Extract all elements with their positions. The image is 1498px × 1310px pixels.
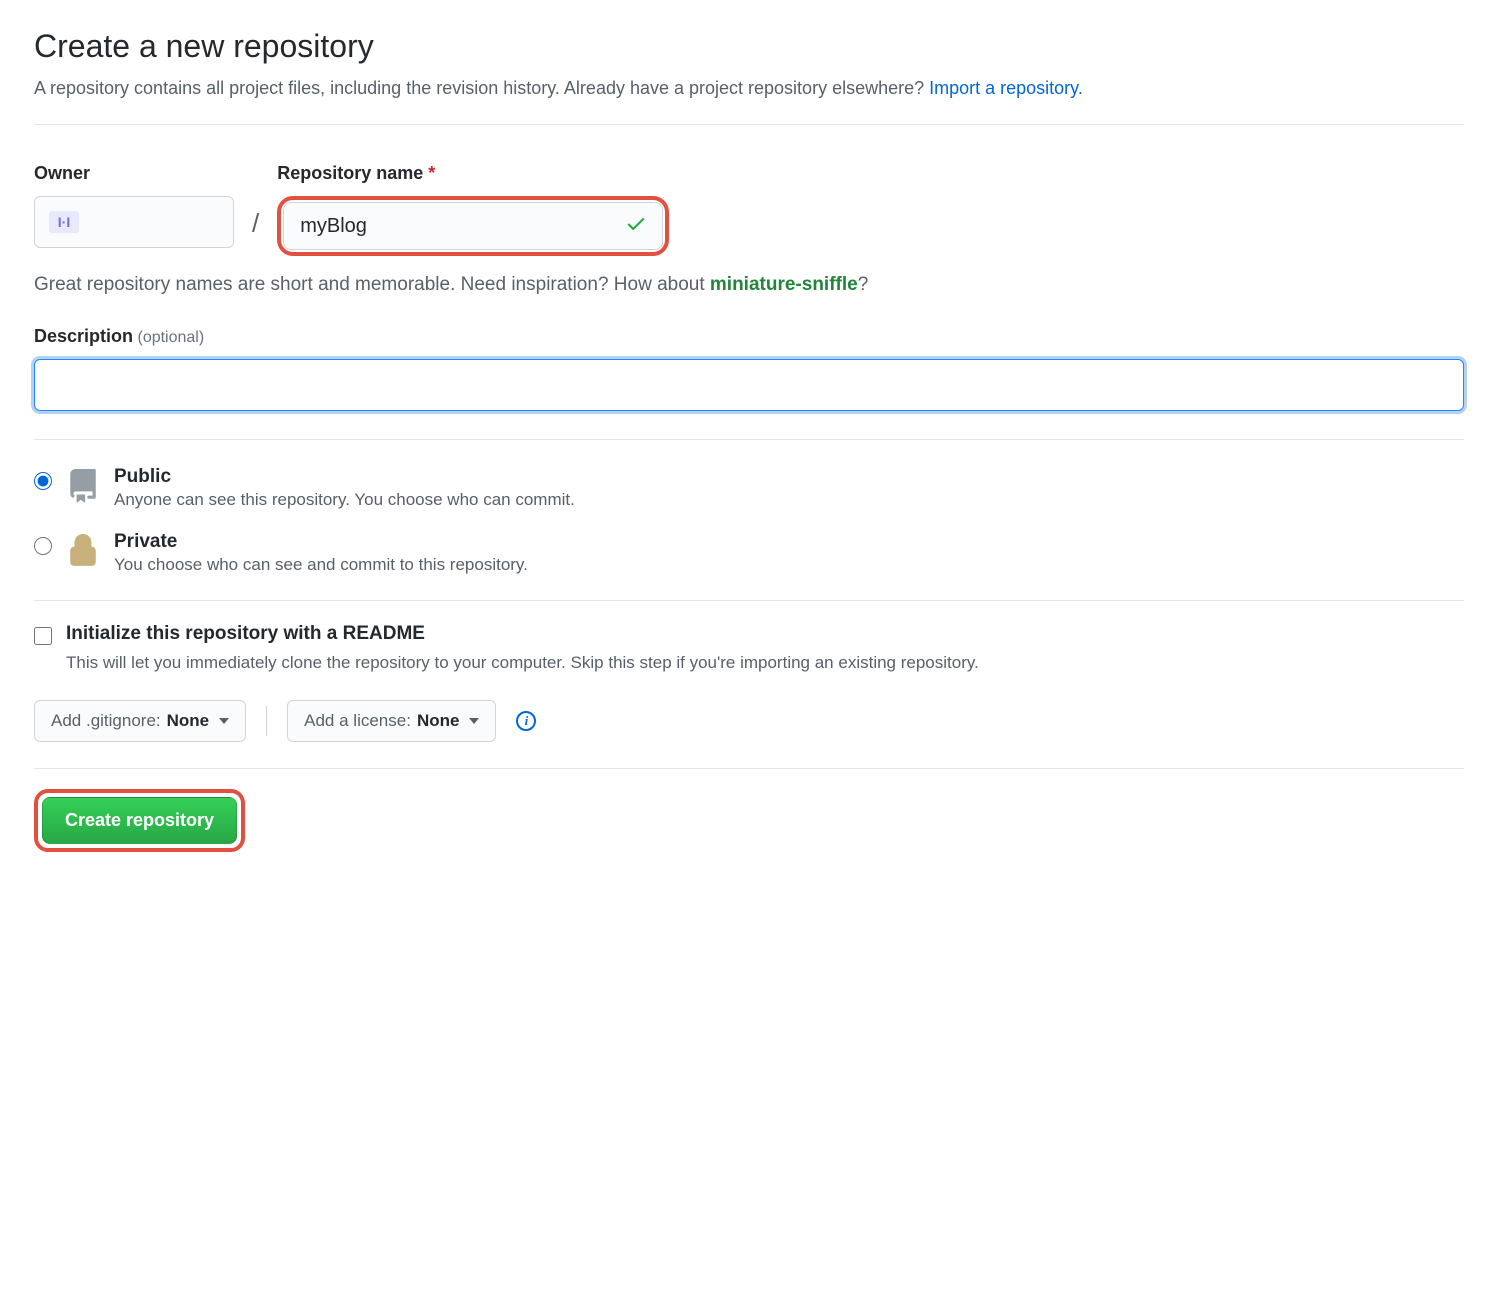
private-desc: You choose who can see and commit to thi… [114,555,528,575]
init-readme-row[interactable]: Initialize this repository with a README [34,623,1464,645]
description-label-text: Description [34,326,133,346]
hint-pre: Great repository names are short and mem… [34,274,710,295]
info-icon[interactable]: i [516,711,536,731]
gitignore-pre: Add .gitignore: [51,711,161,731]
private-radio[interactable] [34,537,52,555]
repo-name-field: Repository name * [277,163,669,256]
subtitle-text: A repository contains all project files,… [34,78,929,98]
caret-down-icon [219,718,229,724]
divider [34,768,1464,769]
license-val: None [417,711,460,731]
divider [34,439,1464,440]
repo-name-highlight [277,196,669,256]
description-input[interactable] [34,359,1464,411]
visibility-public-row[interactable]: Public Anyone can see this repository. Y… [34,466,1464,511]
separator [266,706,267,736]
lock-icon [66,531,100,576]
owner-avatar-icon: I·I [49,211,79,233]
optional-text: (optional) [137,329,204,346]
description-label: Description (optional) [34,326,1464,347]
license-pre: Add a license: [304,711,411,731]
repo-icon [66,466,100,511]
divider [34,124,1464,125]
checkmark-icon [625,213,647,240]
init-readme-checkbox[interactable] [34,627,52,645]
init-readme-desc: This will let you immediately clone the … [66,651,1464,676]
hint-post: ? [858,274,869,295]
slash-separator: / [252,208,259,239]
visibility-private-row[interactable]: Private You choose who can see and commi… [34,531,1464,576]
owner-select[interactable]: I·I [34,196,234,248]
public-desc: Anyone can see this repository. You choo… [114,490,575,510]
import-repository-link[interactable]: Import a repository. [929,78,1083,98]
repo-name-suggestion[interactable]: miniature-sniffle [710,274,858,295]
page-title: Create a new repository [34,28,1464,65]
gitignore-val: None [167,711,210,731]
add-gitignore-button[interactable]: Add .gitignore: None [34,700,246,742]
public-radio[interactable] [34,472,52,490]
repo-name-input[interactable] [283,202,663,250]
repo-name-label: Repository name * [277,163,669,184]
owner-field: Owner I·I [34,163,234,248]
public-title: Public [114,466,575,488]
owner-label: Owner [34,163,234,184]
submit-highlight: Create repository [34,789,245,852]
init-readme-title: Initialize this repository with a README [66,623,425,645]
divider [34,600,1464,601]
repo-name-hint: Great repository names are short and mem… [34,274,1464,296]
create-repository-button[interactable]: Create repository [42,797,237,844]
caret-down-icon [469,718,479,724]
required-star: * [428,163,435,183]
repo-name-label-text: Repository name [277,163,423,183]
page-subtitle: A repository contains all project files,… [34,75,1464,102]
add-license-button[interactable]: Add a license: None [287,700,496,742]
private-title: Private [114,531,528,553]
